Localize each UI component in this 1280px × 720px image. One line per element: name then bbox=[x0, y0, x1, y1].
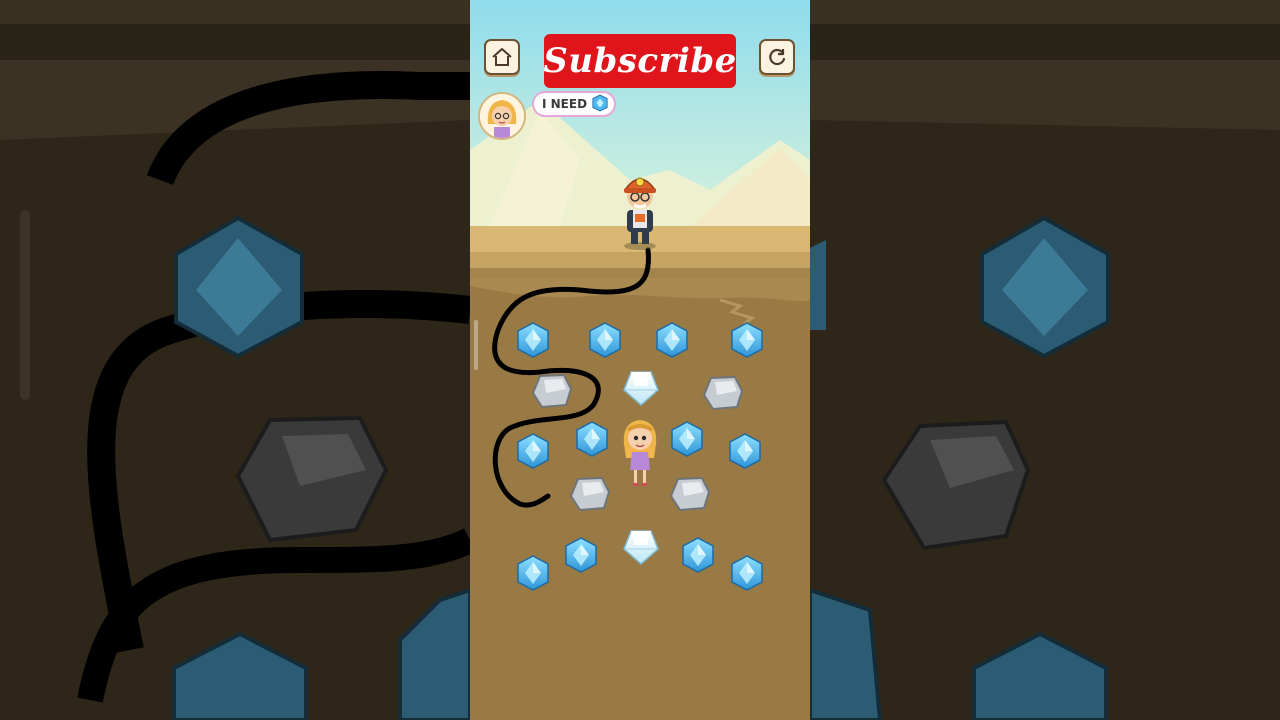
blue-gem-icon[interactable] bbox=[517, 555, 549, 591]
background-right-panel bbox=[810, 0, 1280, 720]
restart-button[interactable] bbox=[759, 39, 795, 75]
avatar bbox=[478, 92, 526, 140]
blue-gem-icon[interactable] bbox=[517, 433, 549, 469]
rock-icon[interactable] bbox=[532, 374, 572, 408]
home-button[interactable] bbox=[484, 39, 520, 75]
blurred-gem-icon bbox=[972, 631, 1108, 720]
rock-icon[interactable] bbox=[670, 477, 710, 511]
scroll-indicator bbox=[474, 320, 478, 370]
rock-icon[interactable] bbox=[703, 376, 743, 410]
background-left-art bbox=[0, 0, 470, 720]
blurred-gem-icon bbox=[398, 587, 470, 720]
blue-gem-icon[interactable] bbox=[729, 433, 761, 469]
blurred-gem-icon bbox=[810, 240, 826, 330]
blue-gem-icon[interactable] bbox=[576, 421, 608, 457]
rock-icon[interactable] bbox=[570, 477, 610, 511]
blurred-rock-icon bbox=[235, 415, 389, 543]
blue-gem-icon[interactable] bbox=[671, 421, 703, 457]
restart-icon bbox=[769, 48, 786, 66]
blurred-gem-icon bbox=[980, 215, 1110, 359]
blue-gem-icon bbox=[592, 94, 608, 115]
blue-gem-icon[interactable] bbox=[565, 537, 597, 573]
background-left-panel bbox=[0, 0, 470, 720]
blurred-gem-icon bbox=[810, 587, 883, 720]
blue-gem-icon[interactable] bbox=[731, 555, 763, 591]
blue-gem-icon[interactable] bbox=[589, 322, 621, 358]
subscribe-button[interactable]: Subscribe bbox=[543, 34, 736, 88]
blue-gem-icon[interactable] bbox=[731, 322, 763, 358]
game-screen: Subscribe I NEED bbox=[470, 0, 810, 720]
blurred-gem-icon bbox=[172, 631, 308, 720]
blue-gem-icon[interactable] bbox=[517, 322, 549, 358]
background-right-art bbox=[810, 0, 1280, 720]
blue-gem-icon[interactable] bbox=[656, 322, 688, 358]
blurred-rock-icon bbox=[881, 419, 1031, 551]
request-bubble: I NEED bbox=[532, 91, 616, 117]
girl-avatar-icon bbox=[480, 94, 524, 138]
blue-gem-icon[interactable] bbox=[682, 537, 714, 573]
request-text: I NEED bbox=[542, 97, 588, 111]
home-icon bbox=[492, 48, 512, 66]
